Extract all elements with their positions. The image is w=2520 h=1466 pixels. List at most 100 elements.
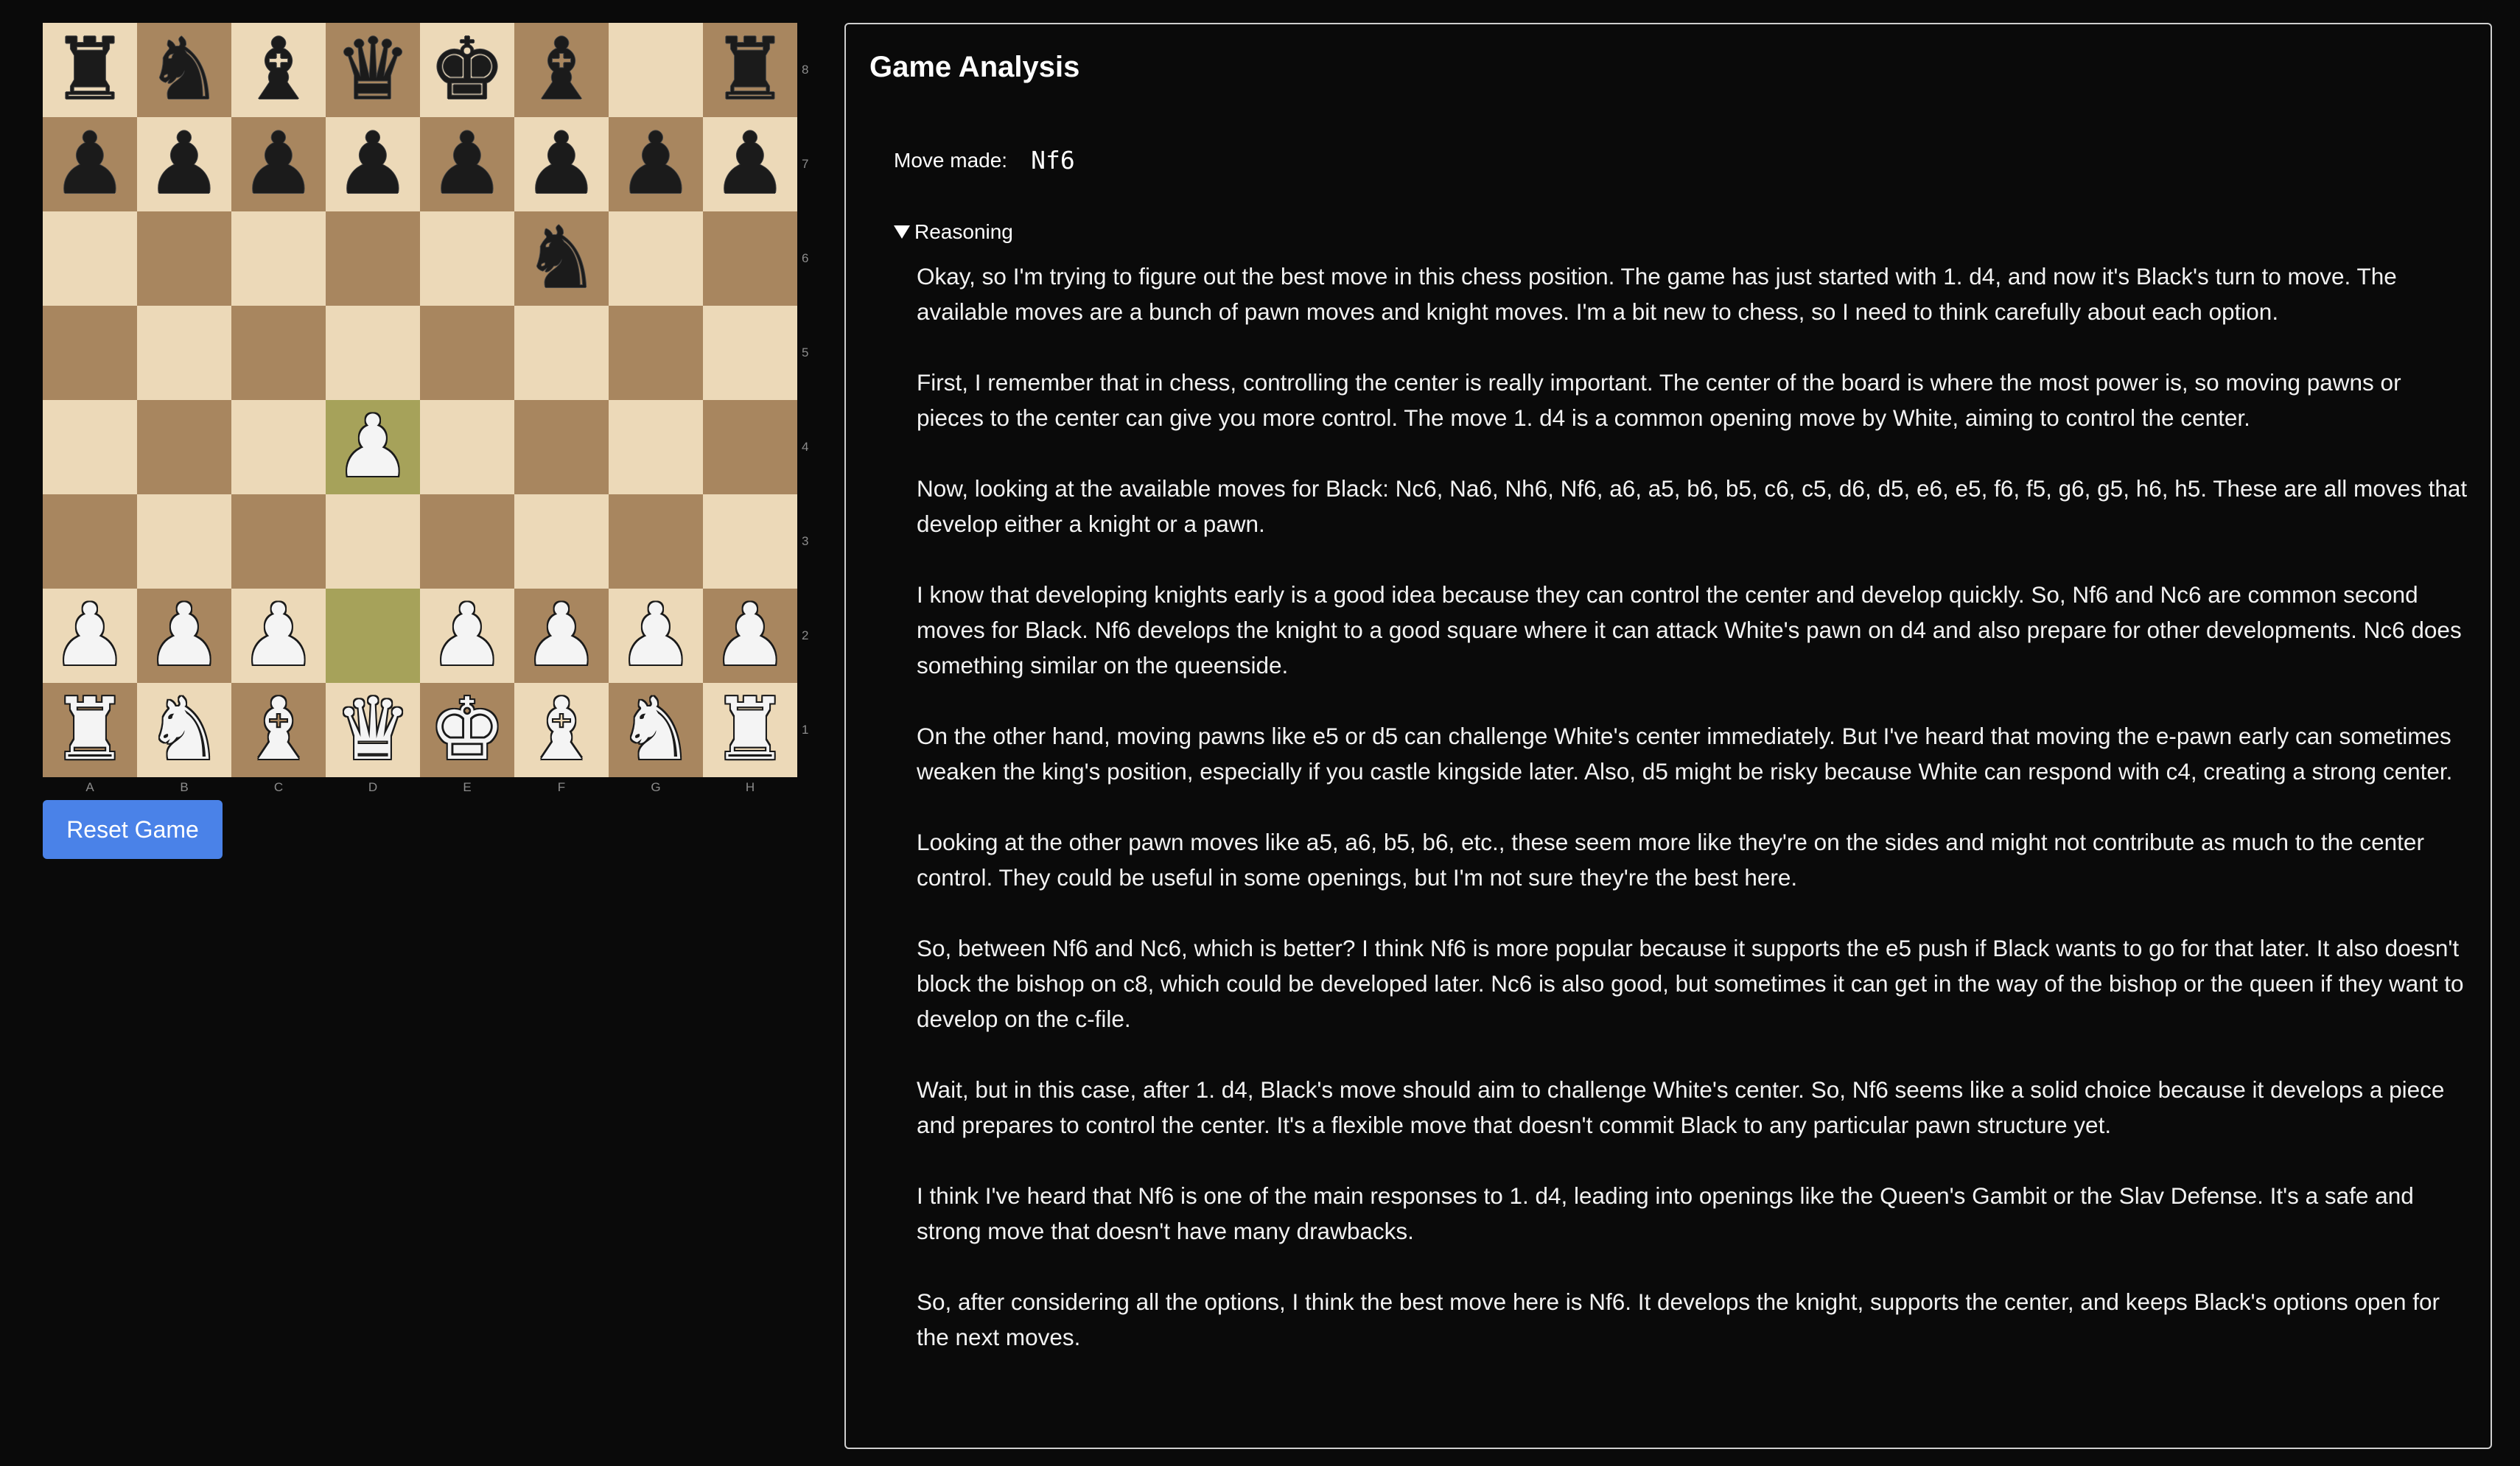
white-bishop-icon[interactable]: ♝ — [523, 687, 600, 773]
black-bishop-icon[interactable]: ♝ — [240, 27, 317, 113]
black-rook-icon[interactable]: ♜ — [52, 27, 128, 113]
square-c8[interactable]: ♝ — [231, 23, 326, 117]
square-d2[interactable] — [326, 589, 420, 683]
black-bishop-icon[interactable]: ♝ — [523, 27, 600, 113]
square-e1[interactable]: ♚ — [420, 683, 514, 777]
square-g6[interactable] — [609, 211, 703, 306]
black-pawn-icon[interactable]: ♟ — [240, 122, 317, 207]
black-rook-icon[interactable]: ♜ — [712, 27, 788, 113]
square-g5[interactable] — [609, 306, 703, 400]
square-b3[interactable] — [137, 494, 231, 589]
square-b1[interactable]: ♞ — [137, 683, 231, 777]
square-h7[interactable]: ♟ — [703, 117, 797, 211]
square-g4[interactable] — [609, 400, 703, 494]
square-e3[interactable] — [420, 494, 514, 589]
square-f2[interactable]: ♟ — [514, 589, 609, 683]
square-h2[interactable]: ♟ — [703, 589, 797, 683]
white-pawn-icon[interactable]: ♟ — [146, 593, 223, 678]
square-a5[interactable] — [43, 306, 137, 400]
square-b6[interactable] — [137, 211, 231, 306]
white-pawn-icon[interactable]: ♟ — [240, 593, 317, 678]
white-pawn-icon[interactable]: ♟ — [429, 593, 505, 678]
white-rook-icon[interactable]: ♜ — [712, 687, 788, 773]
square-d1[interactable]: ♛ — [326, 683, 420, 777]
reset-game-button[interactable]: Reset Game — [43, 800, 223, 859]
square-f1[interactable]: ♝ — [514, 683, 609, 777]
reasoning-toggle[interactable]: Reasoning — [894, 220, 1013, 244]
chessboard[interactable]: ♜ ♞ ♝ ♛ ♚ ♝ ♜ ♟ ♟ ♟ ♟ ♟ ♟ ♟ ♟ ♞ ♟ ♟ ♟ ♟ ♟ ♟ ♟ ♟ ♜ ♞ ♝ ♛ ♚ ♝ ♞ ♜ — [43, 23, 797, 777]
square-c4[interactable] — [231, 400, 326, 494]
square-f8[interactable]: ♝ — [514, 23, 609, 117]
white-pawn-icon[interactable]: ♟ — [712, 593, 788, 678]
square-g8[interactable] — [609, 23, 703, 117]
square-a6[interactable] — [43, 211, 137, 306]
white-pawn-icon[interactable]: ♟ — [335, 404, 411, 490]
square-d3[interactable] — [326, 494, 420, 589]
square-h3[interactable] — [703, 494, 797, 589]
square-d7[interactable]: ♟ — [326, 117, 420, 211]
square-g3[interactable] — [609, 494, 703, 589]
white-queen-icon[interactable]: ♛ — [335, 687, 411, 773]
black-knight-icon[interactable]: ♞ — [523, 216, 600, 301]
square-d6[interactable] — [326, 211, 420, 306]
square-g7[interactable]: ♟ — [609, 117, 703, 211]
square-e7[interactable]: ♟ — [420, 117, 514, 211]
white-knight-icon[interactable]: ♞ — [617, 687, 694, 773]
square-c5[interactable] — [231, 306, 326, 400]
black-pawn-icon[interactable]: ♟ — [429, 122, 505, 207]
white-king-icon[interactable]: ♚ — [429, 687, 505, 773]
black-pawn-icon[interactable]: ♟ — [335, 122, 411, 207]
square-f7[interactable]: ♟ — [514, 117, 609, 211]
square-f3[interactable] — [514, 494, 609, 589]
square-d5[interactable] — [326, 306, 420, 400]
square-g1[interactable]: ♞ — [609, 683, 703, 777]
black-pawn-icon[interactable]: ♟ — [146, 122, 223, 207]
square-h5[interactable] — [703, 306, 797, 400]
square-a8[interactable]: ♜ — [43, 23, 137, 117]
white-rook-icon[interactable]: ♜ — [52, 687, 128, 773]
square-h8[interactable]: ♜ — [703, 23, 797, 117]
black-pawn-icon[interactable]: ♟ — [617, 122, 694, 207]
square-f6[interactable]: ♞ — [514, 211, 609, 306]
square-e2[interactable]: ♟ — [420, 589, 514, 683]
square-e8[interactable]: ♚ — [420, 23, 514, 117]
square-e4[interactable] — [420, 400, 514, 494]
square-a7[interactable]: ♟ — [43, 117, 137, 211]
square-g2[interactable]: ♟ — [609, 589, 703, 683]
square-b8[interactable]: ♞ — [137, 23, 231, 117]
square-a3[interactable] — [43, 494, 137, 589]
file-label-d: D — [368, 780, 378, 794]
square-b7[interactable]: ♟ — [137, 117, 231, 211]
square-f4[interactable] — [514, 400, 609, 494]
square-e5[interactable] — [420, 306, 514, 400]
square-a4[interactable] — [43, 400, 137, 494]
black-knight-icon[interactable]: ♞ — [146, 27, 223, 113]
square-a1[interactable]: ♜ — [43, 683, 137, 777]
white-pawn-icon[interactable]: ♟ — [617, 593, 694, 678]
square-b2[interactable]: ♟ — [137, 589, 231, 683]
black-pawn-icon[interactable]: ♟ — [52, 122, 128, 207]
white-pawn-icon[interactable]: ♟ — [52, 593, 128, 678]
square-h6[interactable] — [703, 211, 797, 306]
square-b4[interactable] — [137, 400, 231, 494]
square-d8[interactable]: ♛ — [326, 23, 420, 117]
square-c1[interactable]: ♝ — [231, 683, 326, 777]
white-bishop-icon[interactable]: ♝ — [240, 687, 317, 773]
square-b5[interactable] — [137, 306, 231, 400]
black-pawn-icon[interactable]: ♟ — [712, 122, 788, 207]
black-queen-icon[interactable]: ♛ — [335, 27, 411, 113]
square-e6[interactable] — [420, 211, 514, 306]
black-pawn-icon[interactable]: ♟ — [523, 122, 600, 207]
black-king-icon[interactable]: ♚ — [429, 27, 505, 113]
square-f5[interactable] — [514, 306, 609, 400]
square-c3[interactable] — [231, 494, 326, 589]
square-c2[interactable]: ♟ — [231, 589, 326, 683]
square-a2[interactable]: ♟ — [43, 589, 137, 683]
square-c7[interactable]: ♟ — [231, 117, 326, 211]
white-pawn-icon[interactable]: ♟ — [523, 593, 600, 678]
square-h1[interactable]: ♜ — [703, 683, 797, 777]
square-h4[interactable] — [703, 400, 797, 494]
square-d4[interactable]: ♟ — [326, 400, 420, 494]
white-knight-icon[interactable]: ♞ — [146, 687, 223, 773]
square-c6[interactable] — [231, 211, 326, 306]
